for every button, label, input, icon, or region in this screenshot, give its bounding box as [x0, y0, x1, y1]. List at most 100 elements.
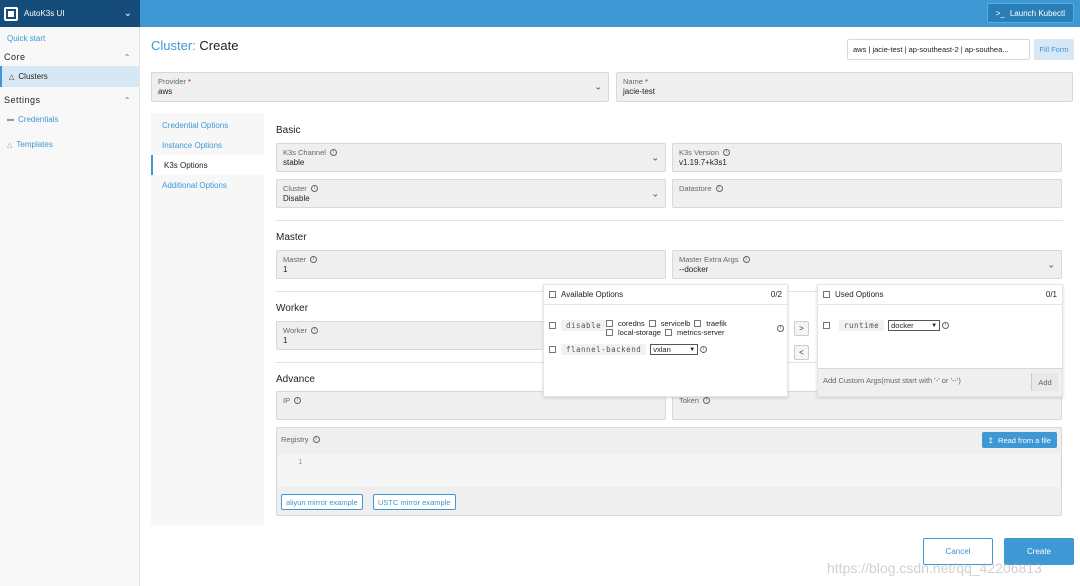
sidebar-item-label: Templates: [16, 140, 53, 149]
select-all-checkbox[interactable]: [823, 291, 830, 298]
option-checkbox[interactable]: [823, 322, 830, 329]
token-label: Token i: [679, 396, 1055, 405]
line-number: 1: [298, 458, 303, 466]
sidebar-group-settings[interactable]: Settings ⌃: [0, 91, 139, 109]
coredns-checkbox[interactable]: [606, 320, 613, 327]
sidebar-item-label: Credentials: [18, 115, 59, 124]
sidebar-header: AutoK3s UI ⌄: [0, 0, 140, 27]
provider-select[interactable]: Provider * aws ⌄: [151, 72, 609, 102]
name-field[interactable]: Name * jacie-test: [616, 72, 1073, 102]
available-options-header: Available Options 0/2: [544, 285, 787, 305]
move-left-button[interactable]: <: [794, 345, 809, 360]
name-label: Name *: [623, 77, 648, 86]
sidebar-group-label: Core: [4, 52, 26, 62]
tab-credential-options[interactable]: Credential Options: [151, 115, 264, 135]
chevron-down-icon: ⌄: [651, 152, 659, 162]
options-tabs: Credential Options Instance Options K3s …: [151, 113, 264, 195]
provider-label: Provider *: [158, 77, 191, 86]
metrics-server-checkbox[interactable]: [664, 329, 672, 336]
disable-option-name: disable: [561, 320, 607, 331]
option-checkbox[interactable]: [549, 346, 556, 353]
aliyun-mirror-example-button[interactable]: aliyun mirror example: [281, 494, 363, 510]
cluster-icon: △: [9, 73, 15, 81]
select-all-checkbox[interactable]: [549, 291, 556, 298]
chevron-up-icon[interactable]: ⌃: [124, 53, 131, 62]
read-from-file-button[interactable]: ↥ Read from a file: [981, 432, 1057, 448]
available-options-count: 0/2: [770, 290, 782, 299]
section-title-master: Master: [276, 232, 307, 243]
runtime-option-row: runtime docker ▼ i: [823, 320, 950, 331]
custom-args-input[interactable]: Add Custom Args(must start with '-' or '…: [818, 368, 1062, 396]
k3s-version-field[interactable]: K3s Version i v1.19.7+k3s1: [672, 143, 1062, 172]
chevron-down-icon[interactable]: ⌄: [1047, 259, 1055, 270]
cluster-summary-field[interactable]: aws | jacie-test | ap-southeast-2 | ap-s…: [847, 39, 1030, 60]
runtime-value: docker: [891, 321, 914, 330]
info-icon: i: [329, 149, 337, 156]
tab-k3s-options[interactable]: K3s Options: [151, 155, 264, 175]
k3s-channel-select[interactable]: K3s Channel i stable ⌄: [276, 143, 666, 172]
info-icon: i: [942, 322, 950, 329]
datastore-field[interactable]: Datastore i: [672, 179, 1062, 208]
servicelb-checkbox[interactable]: [648, 320, 656, 327]
used-options-panel: Used Options 0/1 runtime docker ▼ i Add C…: [817, 284, 1063, 397]
launch-kubectl-button[interactable]: >_ Launch Kubectl: [986, 3, 1074, 23]
chevron-down-icon: ▼: [931, 322, 938, 329]
upload-icon: ↥: [987, 435, 995, 445]
chevron-down-icon: ⌄: [594, 81, 602, 92]
info-icon: i: [310, 185, 318, 192]
flannel-backend-value: vxlan: [653, 345, 671, 354]
page-title-text: Create: [199, 38, 239, 53]
chevron-up-icon[interactable]: ⌃: [124, 96, 131, 105]
local-storage-checkbox[interactable]: [606, 329, 613, 336]
chevron-down-icon[interactable]: ⌄: [124, 8, 132, 19]
section-title-worker: Worker: [276, 303, 309, 314]
sidebar: Quick start Core ⌃ △ Clusters Settings ⌃…: [0, 27, 140, 586]
datastore-label: Datastore i: [679, 184, 1055, 193]
page-title: Cluster: Create: [151, 38, 238, 53]
move-right-button[interactable]: >: [794, 321, 809, 336]
add-custom-arg-button[interactable]: Add: [1031, 373, 1058, 391]
info-icon: i: [294, 397, 302, 404]
master-label: Master i: [283, 255, 659, 264]
cluster-value: Disable: [283, 194, 310, 203]
section-title-advance: Advance: [276, 374, 315, 385]
sidebar-item-templates[interactable]: △ Templates: [0, 134, 139, 155]
info-icon: i: [742, 256, 750, 263]
fill-form-button[interactable]: Fill Form: [1034, 39, 1074, 60]
k3s-version-value: v1.19.7+k3s1: [679, 158, 727, 167]
flannel-backend-select[interactable]: vxlan ▼: [650, 344, 699, 355]
metrics-server-label: metrics-server: [676, 328, 725, 337]
breadcrumb[interactable]: Cluster:: [151, 38, 196, 53]
option-checkbox[interactable]: [549, 322, 556, 329]
master-count-field[interactable]: Master i 1: [276, 250, 666, 279]
info-icon: i: [715, 185, 723, 192]
autok3s-logo-icon: [4, 6, 18, 21]
used-options-count: 0/1: [1045, 290, 1057, 299]
custom-args-placeholder: Add Custom Args(must start with '-' or '…: [823, 376, 961, 385]
quick-start-link[interactable]: Quick start: [0, 29, 139, 48]
ip-label: IP i: [283, 396, 659, 405]
info-icon: i: [700, 346, 708, 353]
k3s-channel-value: stable: [283, 158, 305, 167]
runtime-select[interactable]: docker ▼: [888, 320, 941, 331]
read-from-file-label: Read from a file: [998, 435, 1051, 445]
ustc-mirror-example-button[interactable]: USTC mirror example: [373, 494, 456, 510]
flannel-option-row: flannel-backend vxlan ▼ i: [549, 344, 708, 355]
sidebar-group-core[interactable]: Core ⌃: [0, 48, 139, 66]
sidebar-item-label: Clusters: [18, 72, 48, 81]
divider: [275, 220, 1063, 221]
tab-instance-options[interactable]: Instance Options: [151, 135, 264, 155]
info-icon: i: [309, 256, 317, 263]
terminal-icon: >_: [995, 8, 1005, 18]
traefik-checkbox[interactable]: [694, 320, 702, 327]
registry-editor[interactable]: 1: [278, 454, 1060, 487]
available-options-panel: Available Options 0/2 disable coredns se…: [543, 284, 788, 397]
chevron-down-icon: ⌄: [651, 188, 659, 198]
sidebar-item-credentials[interactable]: ▬ Credentials: [0, 109, 139, 130]
cluster-select[interactable]: Cluster i Disable ⌄: [276, 179, 666, 208]
master-extra-args-value: --docker: [679, 265, 709, 274]
info-icon: i: [723, 149, 731, 156]
tab-additional-options[interactable]: Additional Options: [151, 175, 264, 195]
master-extra-args-field[interactable]: Master Extra Args i --docker ⌄: [672, 250, 1062, 279]
sidebar-item-clusters[interactable]: △ Clusters: [0, 66, 139, 87]
